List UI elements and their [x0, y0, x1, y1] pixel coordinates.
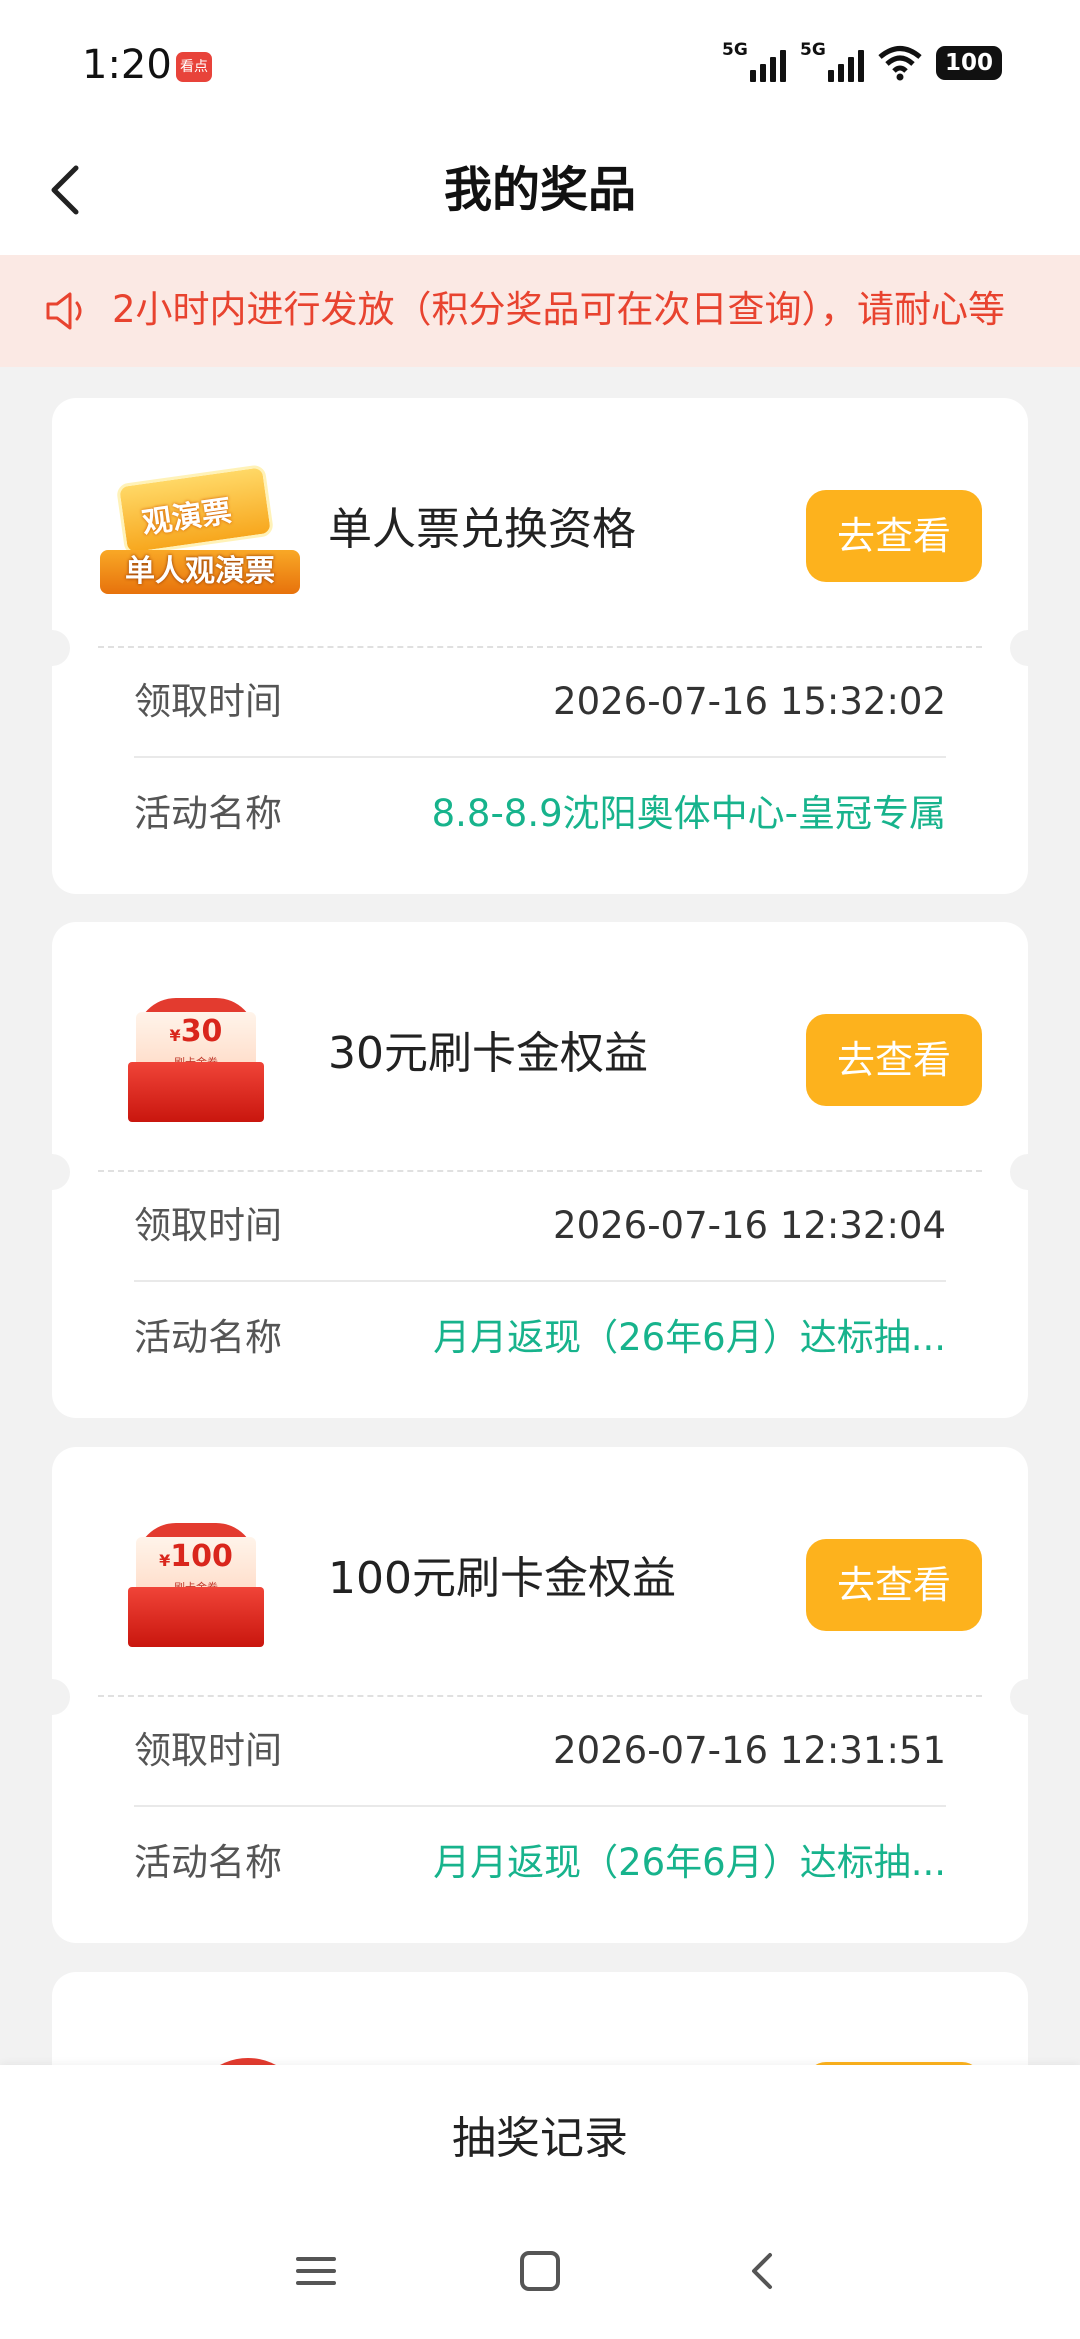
row-divider [134, 1280, 946, 1282]
activity-label: 活动名称 [134, 1316, 282, 1359]
app-notification-icon: 看点 [176, 52, 212, 82]
red-envelope-coupon-image: ¥100 — 刷卡金券 — [100, 1513, 300, 1663]
dashed-divider [98, 646, 982, 648]
dashed-divider [98, 1695, 982, 1697]
red-envelope-coupon-image: ¥30 — 刷卡金券 — [100, 988, 300, 1138]
prize-card: ¥30 — 刷卡金券 — 30元刷卡金权益 去查看 领取时间 2026-07-1… [34, 922, 1046, 1418]
lottery-record-link[interactable]: 抽奖记录 [0, 2109, 1080, 2169]
activity-row: 活动名称 8.8-8.9沈阳奥体中心-皇冠专属 [134, 784, 946, 844]
claim-time-row: 领取时间 2026-07-16 15:32:02 [134, 672, 946, 732]
ticket-prize-image: 观演票 单人观演票 [100, 463, 300, 614]
view-button[interactable]: 去查看 [806, 1539, 982, 1631]
view-button[interactable]: 去查看 [806, 490, 982, 582]
signal-icon: 5G [722, 40, 786, 82]
back-icon[interactable] [736, 2243, 792, 2299]
prize-name: 单人票兑换资格 [328, 504, 636, 555]
status-bar: 1:20 看点 5G 5G 100 [0, 0, 1080, 130]
claim-time-label: 领取时间 [134, 1729, 282, 1772]
activity-value: 月月返现（26年6月）达标抽... [433, 1841, 946, 1884]
row-divider [134, 1805, 946, 1807]
prize-card: 观演票 单人观演票 单人票兑换资格 去查看 领取时间 2026-07-16 15… [34, 398, 1046, 894]
notice-text: 2小时内进行发放（积分奖品可在次日查询），请耐心等 [112, 288, 1006, 331]
status-icons: 5G 5G 100 [722, 40, 1002, 82]
battery-icon: 100 [936, 46, 1002, 80]
claim-time-label: 领取时间 [134, 1204, 282, 1247]
dashed-divider [98, 1170, 982, 1172]
signal-icon: 5G [800, 40, 864, 82]
claim-time-value: 2026-07-16 12:32:04 [553, 1204, 946, 1247]
bottom-bar: 抽奖记录 [0, 2065, 1080, 2339]
claim-time-row: 领取时间 2026-07-16 12:31:51 [134, 1721, 946, 1781]
claim-time-label: 领取时间 [134, 680, 282, 723]
prize-card: ¥100 — 刷卡金券 — 100元刷卡金权益 去查看 领取时间 2026-07… [34, 1447, 1046, 1943]
activity-row: 活动名称 月月返现（26年6月）达标抽... [134, 1833, 946, 1893]
menu-icon[interactable] [288, 2243, 344, 2299]
claim-time-row: 领取时间 2026-07-16 12:32:04 [134, 1196, 946, 1256]
system-nav-bar [0, 2235, 1080, 2305]
activity-row: 活动名称 月月返现（26年6月）达标抽... [134, 1308, 946, 1368]
prize-name: 30元刷卡金权益 [328, 1028, 648, 1079]
claim-time-value: 2026-07-16 15:32:02 [553, 680, 946, 723]
network-type-label: 5G [800, 40, 826, 60]
network-type-label: 5G [722, 40, 748, 60]
wifi-icon [878, 46, 922, 81]
page-title: 我的奖品 [443, 162, 636, 218]
activity-value: 8.8-8.9沈阳奥体中心-皇冠专属 [431, 792, 946, 835]
activity-label: 活动名称 [134, 792, 282, 835]
activity-label: 活动名称 [134, 1841, 282, 1884]
claim-time-value: 2026-07-16 12:31:51 [553, 1729, 946, 1772]
speaker-icon [46, 292, 82, 330]
view-button[interactable]: 去查看 [806, 1014, 982, 1106]
status-time: 1:20 [82, 42, 172, 88]
notice-bar: 2小时内进行发放（积分奖品可在次日查询），请耐心等 [0, 255, 1080, 367]
prize-name: 100元刷卡金权益 [328, 1553, 676, 1604]
home-icon[interactable] [512, 2243, 568, 2299]
header: 我的奖品 [0, 130, 1080, 255]
activity-value: 月月返现（26年6月）达标抽... [433, 1316, 946, 1359]
row-divider [134, 756, 946, 758]
